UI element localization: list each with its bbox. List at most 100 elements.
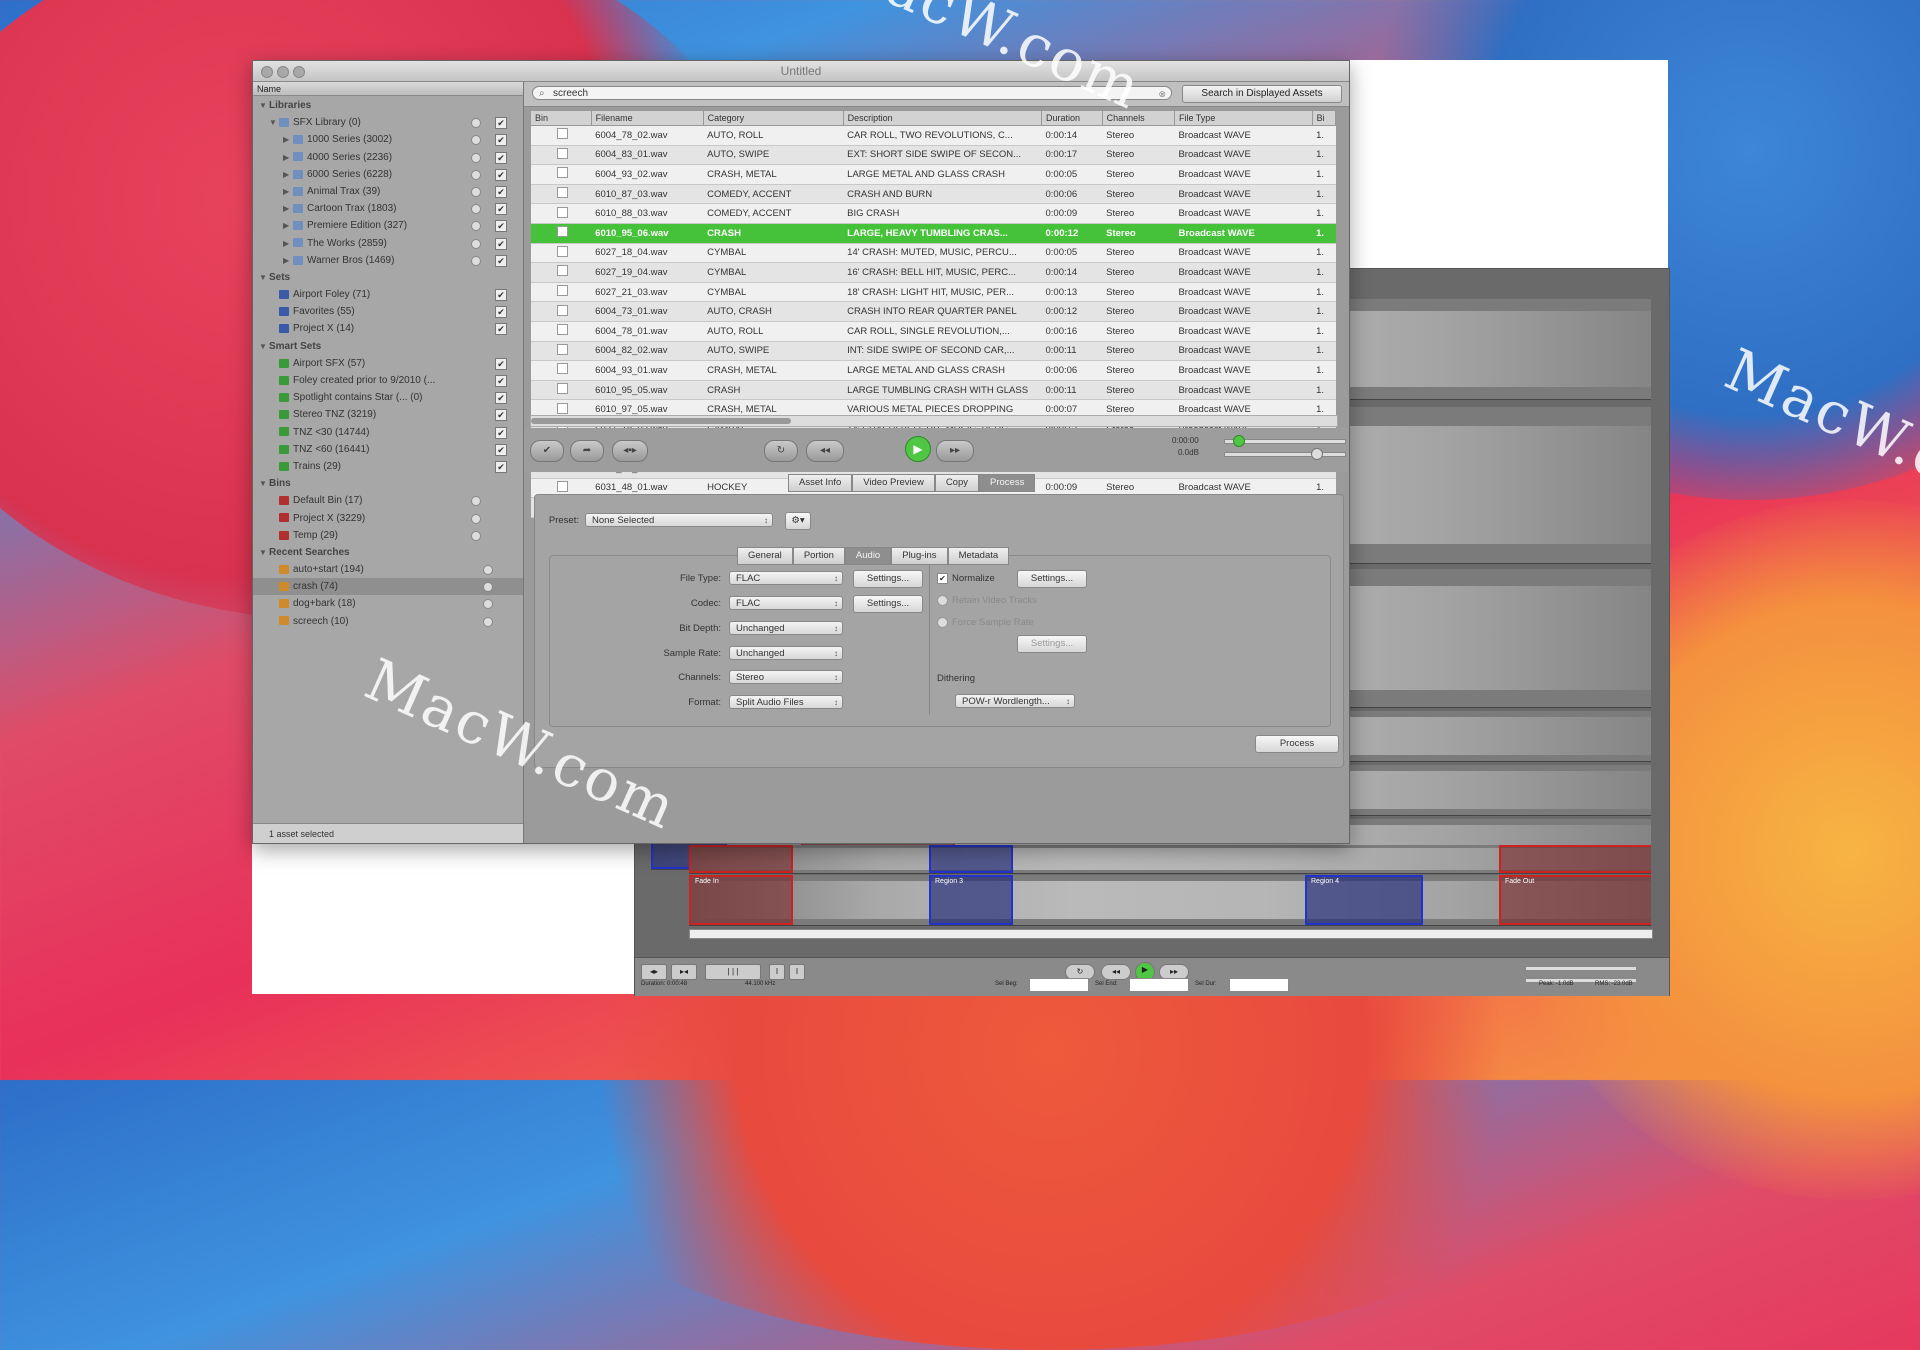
bin-checkbox[interactable] — [556, 147, 568, 159]
export-button[interactable]: ➦ — [570, 440, 604, 462]
bin-checkbox[interactable] — [556, 343, 568, 355]
sidebar-item[interactable]: ▶ Premiere Edition (327) ✔ — [253, 217, 523, 234]
include-checkbox[interactable]: ✔ — [495, 289, 507, 302]
include-checkbox[interactable]: ✔ — [495, 203, 507, 216]
disclosure-triangle-icon[interactable]: ▶ — [283, 149, 293, 166]
force-sample-rate-checkbox[interactable]: Force Sample Rate — [937, 617, 1034, 628]
tool-buttons[interactable]: | | | — [705, 964, 761, 980]
check-button[interactable]: ✔ — [530, 440, 564, 462]
include-checkbox[interactable]: ✔ — [495, 134, 507, 147]
sidebar-section-header[interactable]: ▼ Smart Sets — [253, 338, 523, 355]
bit-depth-select[interactable]: Unchanged — [729, 621, 843, 636]
waveform-track[interactable]: Fade In Region 3 Region 4 Fade Out — [689, 875, 1651, 926]
bin-checkbox[interactable] — [556, 128, 568, 140]
volume-slider[interactable] — [1525, 966, 1637, 971]
channels-select[interactable]: Stereo — [729, 670, 843, 685]
disclosure-triangle-icon[interactable]: ▼ — [259, 544, 269, 561]
table-row[interactable]: 6027_18_04.wav CYMBAL 14' CRASH: MUTED, MU… — [530, 243, 1336, 264]
sidebar-item[interactable]: screech (10) — [253, 613, 523, 630]
sidebar-header[interactable]: Name — [253, 82, 523, 96]
waveform-region[interactable]: Region 3 — [929, 875, 1013, 925]
include-checkbox[interactable]: ✔ — [495, 117, 507, 130]
sidebar-item[interactable]: ▶ 1000 Series (3002) ✔ — [253, 131, 523, 148]
column-header[interactable]: Bin — [530, 110, 592, 126]
disclosure-triangle-icon[interactable]: ▶ — [283, 252, 293, 269]
disclosure-triangle-icon[interactable]: ▼ — [259, 475, 269, 492]
sidebar-item[interactable]: ▶ The Works (2859) ✔ — [253, 235, 523, 252]
sidebar-item[interactable]: TNZ <60 (16441) ✔ — [253, 441, 523, 458]
bin-checkbox[interactable] — [556, 304, 568, 316]
disclosure-triangle-icon[interactable]: ▶ — [283, 166, 293, 183]
codec-settings-button[interactable]: Settings... — [853, 595, 923, 613]
sidebar-item[interactable]: Project X (3229) — [253, 510, 523, 527]
scrollbar-thumb[interactable] — [531, 418, 791, 424]
close-window-button[interactable] — [261, 66, 273, 78]
titlebar[interactable]: Untitled — [253, 61, 1349, 82]
include-checkbox[interactable]: ✔ — [495, 237, 507, 250]
tab-metadata[interactable]: Metadata — [947, 547, 1010, 565]
table-row[interactable]: 6004_73_01.wav AUTO, CRASH CRASH INTO REAR… — [530, 301, 1336, 322]
file-type-settings-button[interactable]: Settings... — [853, 570, 923, 588]
sidebar-item[interactable]: Favorites (55) ✔ — [253, 303, 523, 320]
sidebar-section-header[interactable]: ▼ Recent Searches — [253, 544, 523, 561]
sidebar-item[interactable]: Airport SFX (57) ✔ — [253, 355, 523, 372]
waveform-region[interactable]: Fade In — [689, 875, 793, 925]
sidebar-item[interactable]: ▶ 4000 Series (2236) ✔ — [253, 149, 523, 166]
include-checkbox[interactable]: ✔ — [495, 306, 507, 319]
waveform-track[interactable] — [689, 845, 1651, 874]
column-header[interactable]: Description — [842, 110, 1042, 126]
sidebar-item[interactable]: dog+bark (18) — [253, 595, 523, 612]
codec-select[interactable]: FLAC — [729, 596, 843, 611]
fast-forward-button[interactable]: ▸▸ — [936, 440, 974, 462]
play-button[interactable]: ▶ — [905, 436, 931, 462]
zoom-window-button[interactable] — [293, 66, 305, 78]
bin-checkbox[interactable] — [556, 285, 568, 297]
sidebar-item[interactable]: TNZ <30 (14744) ✔ — [253, 424, 523, 441]
file-type-select[interactable]: FLAC — [729, 571, 843, 586]
sidebar-section-header[interactable]: ▼ Bins — [253, 475, 523, 492]
bin-checkbox[interactable] — [556, 480, 568, 492]
include-checkbox[interactable]: ✔ — [495, 443, 507, 456]
preset-select[interactable]: None Selected — [585, 513, 773, 528]
include-checkbox[interactable]: ✔ — [495, 392, 507, 405]
table-row[interactable]: 6010_87_03.wav COMEDY, ACCENT CRASH AND BU… — [530, 184, 1336, 205]
include-checkbox[interactable]: ✔ — [495, 185, 507, 198]
disclosure-triangle-icon[interactable]: ▼ — [269, 114, 279, 131]
sidebar-item[interactable]: ▼ SFX Library (0) ✔ — [253, 114, 523, 131]
sidebar-item[interactable]: Spotlight contains Star (... (0) ✔ — [253, 389, 523, 406]
sidebar-section-header[interactable]: ▼ Libraries — [253, 97, 523, 114]
tab-video-preview[interactable]: Video Preview — [852, 474, 935, 492]
bin-checkbox[interactable] — [556, 226, 568, 238]
volume-slider-knob[interactable] — [1311, 448, 1323, 460]
sidebar-item[interactable]: ▶ 6000 Series (6228) ✔ — [253, 166, 523, 183]
table-row[interactable]: 6027_21_03.wav CYMBAL 18' CRASH: LIGHT HIT… — [530, 282, 1336, 303]
force-sample-rate-settings-button[interactable]: Settings... — [1017, 635, 1087, 653]
disclosure-triangle-icon[interactable]: ▶ — [283, 217, 293, 234]
waveform-button[interactable]: ◂▪▸ — [612, 440, 648, 462]
table-row[interactable]: 6027_19_04.wav CYMBAL 16' CRASH: BELL HIT,… — [530, 262, 1336, 283]
sidebar-item[interactable]: Project X (14) ✔ — [253, 320, 523, 337]
disclosure-triangle-icon[interactable]: ▶ — [283, 235, 293, 252]
bin-checkbox[interactable] — [556, 167, 568, 179]
search-displayed-assets-button[interactable]: Search in Displayed Assets — [1182, 85, 1342, 103]
include-checkbox[interactable]: ✔ — [495, 168, 507, 181]
retain-video-checkbox[interactable]: Retain Video Tracks — [937, 595, 1037, 606]
timeline-scrollbar[interactable] — [689, 929, 1653, 939]
tool-button[interactable]: I — [769, 964, 785, 980]
volume-slider[interactable] — [1224, 452, 1346, 457]
waveform-region[interactable]: Fade Out — [1499, 875, 1651, 925]
column-header[interactable]: Category — [702, 110, 844, 126]
sel-dur-field[interactable] — [1229, 978, 1289, 992]
table-row[interactable]: 6004_93_02.wav CRASH, METAL LARGE METAL AN… — [530, 164, 1336, 185]
sidebar-item[interactable]: ▶ Cartoon Trax (1803) ✔ — [253, 200, 523, 217]
bin-checkbox[interactable] — [556, 363, 568, 375]
sidebar-section-header[interactable]: ▼ Sets — [253, 269, 523, 286]
bin-checkbox[interactable] — [556, 245, 568, 257]
position-slider-knob[interactable] — [1233, 435, 1245, 447]
include-checkbox[interactable]: ✔ — [495, 409, 507, 422]
tab-general[interactable]: General — [737, 547, 793, 565]
bin-checkbox[interactable] — [556, 402, 568, 414]
zoom-button[interactable]: ◂▸ — [641, 964, 667, 980]
column-header[interactable]: Duration — [1040, 110, 1103, 126]
include-checkbox[interactable]: ✔ — [495, 375, 507, 387]
